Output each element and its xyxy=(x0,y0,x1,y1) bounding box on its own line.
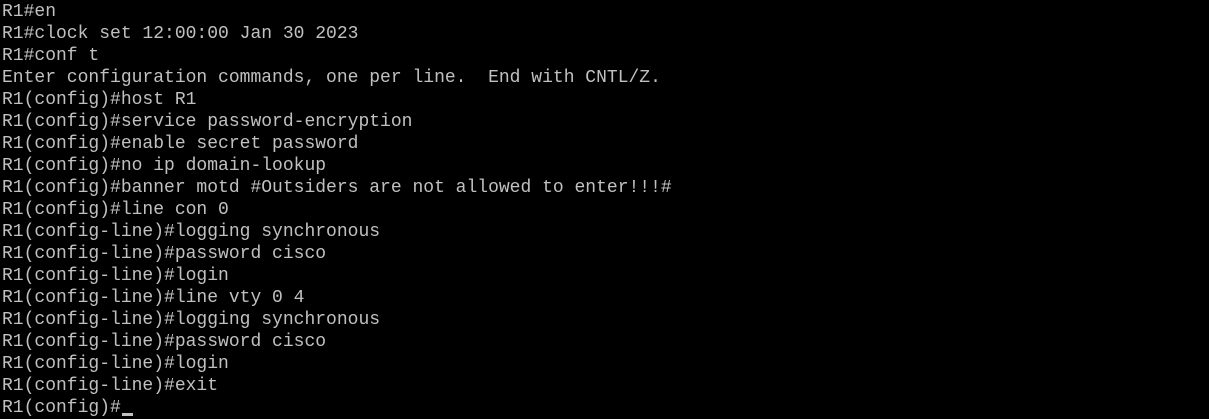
terminal-line: R1#en xyxy=(2,2,57,22)
terminal-line: R1(config-line)#password cisco xyxy=(2,244,327,264)
terminal-line: R1(config-line)#login xyxy=(2,354,229,374)
terminal-line: R1(config)#host R1 xyxy=(2,90,197,110)
terminal-line: Enter configuration commands, one per li… xyxy=(2,68,661,88)
terminal-line: R1(config-line)#exit xyxy=(2,376,219,396)
terminal-line: R1(config-line)#password cisco xyxy=(2,332,327,352)
terminal-line: R1#conf t xyxy=(2,46,100,66)
terminal-line: R1(config)#enable secret password xyxy=(2,134,359,154)
terminal-line: R1(config-line)#line vty 0 4 xyxy=(2,288,305,308)
current-prompt: R1(config)# xyxy=(2,398,121,418)
terminal-line: R1(config)#no ip domain-lookup xyxy=(2,156,327,176)
terminal-input-line[interactable]: R1(config)# xyxy=(2,397,1209,419)
terminal-line: R1#clock set 12:00:00 Jan 30 2023 xyxy=(2,24,359,44)
terminal-window[interactable]: R1#en R1#clock set 12:00:00 Jan 30 2023 … xyxy=(0,0,1209,418)
terminal-line: R1(config-line)#login xyxy=(2,266,229,286)
text-cursor xyxy=(121,413,133,416)
terminal-line: R1(config)#line con 0 xyxy=(2,200,229,220)
terminal-line: R1(config-line)#logging synchronous xyxy=(2,222,381,242)
terminal-line: R1(config)#banner motd #Outsiders are no… xyxy=(2,178,672,198)
terminal-line: R1(config-line)#logging synchronous xyxy=(2,310,381,330)
terminal-line: R1(config)#service password-encryption xyxy=(2,112,413,132)
